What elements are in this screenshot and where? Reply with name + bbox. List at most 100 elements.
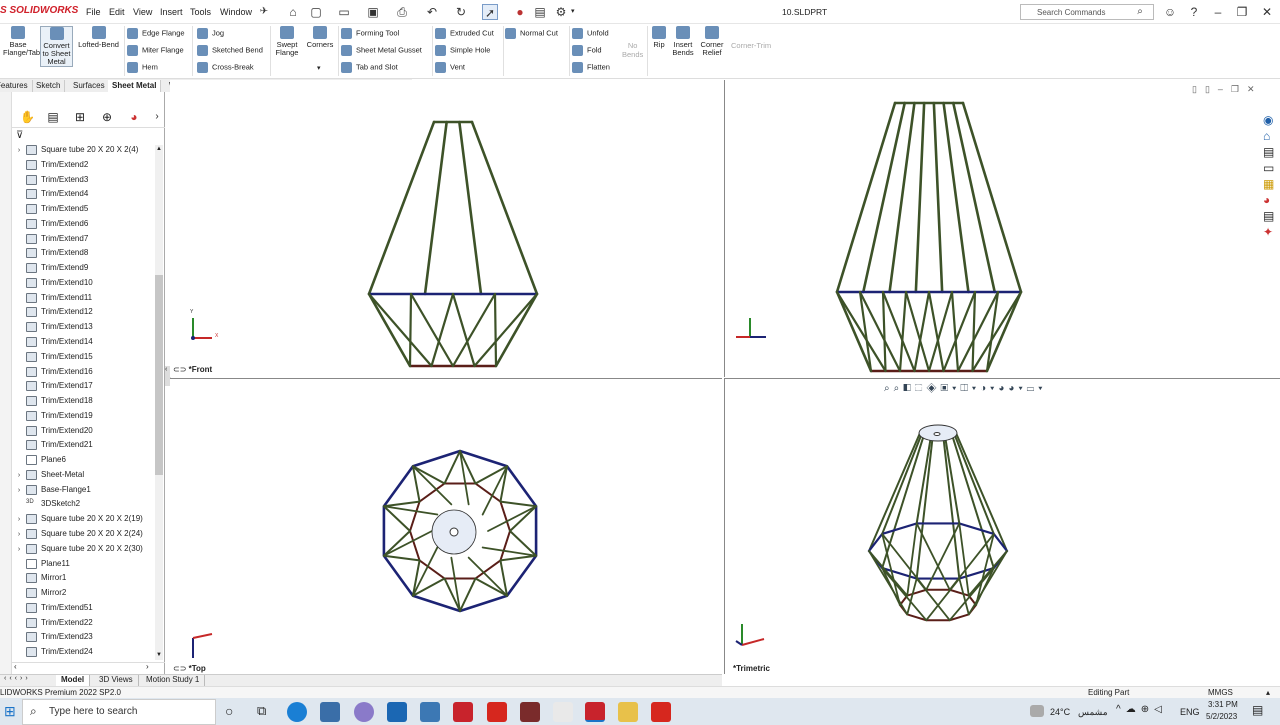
triad-right bbox=[736, 318, 766, 338]
frame-rib bbox=[955, 432, 1008, 552]
cortana-icon[interactable]: ○ bbox=[225, 703, 233, 719]
triad-trimetric bbox=[735, 624, 765, 646]
taskbar-search-box[interactable]: Type here to search bbox=[22, 699, 216, 725]
app-icon-purple[interactable] bbox=[354, 702, 374, 722]
lower-strut bbox=[430, 292, 455, 368]
lower-strut bbox=[898, 290, 908, 373]
bottom-tab-motion-study-1[interactable]: Motion Study 1 bbox=[141, 675, 206, 686]
triad-front bbox=[191, 318, 212, 340]
mail-icon[interactable] bbox=[387, 702, 407, 722]
autocad-icon[interactable] bbox=[651, 702, 671, 722]
lower-strut bbox=[473, 292, 539, 368]
calculator-icon[interactable] bbox=[320, 702, 340, 722]
file-explorer-icon[interactable]: ▤ bbox=[1263, 145, 1279, 161]
lower-strut bbox=[409, 292, 455, 368]
star-strut bbox=[382, 500, 421, 508]
lower-strut bbox=[451, 292, 476, 368]
lower-strut bbox=[408, 292, 413, 368]
status-expand-icon[interactable]: ▴ bbox=[1266, 688, 1270, 697]
windows-start-icon[interactable]: ⊞ bbox=[4, 704, 18, 718]
edge-browser-icon[interactable] bbox=[287, 702, 307, 722]
task-view-icon[interactable]: ⧉ bbox=[257, 703, 266, 719]
appearances-icon[interactable]: ▦ bbox=[1263, 177, 1279, 193]
scenes-icon[interactable]: ◕ bbox=[1263, 193, 1279, 209]
clock-time[interactable]: 3:31 PM bbox=[1208, 700, 1238, 709]
status-bar: LIDWORKS Premium 2022 SP2.0 Editing Part… bbox=[0, 686, 1280, 698]
store-icon[interactable] bbox=[420, 702, 440, 722]
status-product: LIDWORKS Premium 2022 SP2.0 bbox=[0, 688, 121, 697]
lower-strut bbox=[881, 290, 887, 373]
viewport-window-controls[interactable]: ▯▯–❐✕ bbox=[1192, 84, 1263, 95]
tab-navigation-arrows[interactable]: ‹‹‹›› bbox=[4, 675, 31, 682]
frame-rib bbox=[914, 101, 926, 294]
lower-rib bbox=[494, 292, 539, 368]
app-icon-dark-red[interactable] bbox=[520, 702, 540, 722]
frame-rib bbox=[458, 120, 483, 296]
frame-rib bbox=[835, 101, 897, 294]
taskbar-search-icon: ⌕ bbox=[30, 704, 37, 718]
lower-strut bbox=[971, 290, 977, 373]
frame-rib bbox=[951, 101, 997, 294]
cad-graphics bbox=[191, 101, 1023, 658]
triad-x-label: X bbox=[215, 333, 219, 339]
solidworks-2022-icon[interactable] bbox=[585, 702, 605, 722]
front-view-model bbox=[367, 120, 539, 368]
weather-temp[interactable]: 24°C bbox=[1050, 707, 1070, 717]
spoke bbox=[383, 530, 433, 557]
lower-strut bbox=[451, 292, 497, 368]
status-mode: Editing Part bbox=[1088, 688, 1130, 697]
lower-strut bbox=[925, 522, 961, 591]
viewport-front-label: ⊂⊃ *Front bbox=[173, 365, 213, 374]
star-strut bbox=[499, 554, 538, 562]
trimetric-view-model bbox=[867, 424, 1009, 622]
frame-rib bbox=[881, 435, 925, 570]
frame-rib bbox=[367, 120, 436, 296]
view-palette-icon[interactable]: ▭ bbox=[1263, 161, 1279, 177]
top-view-model bbox=[382, 449, 538, 613]
status-units[interactable]: MMGS bbox=[1208, 688, 1233, 697]
design-library-icon[interactable]: ⌂ bbox=[1263, 129, 1279, 145]
weather-desc[interactable]: مشمس bbox=[1078, 707, 1108, 718]
resources-icon[interactable]: ◉ bbox=[1263, 113, 1279, 129]
input-language[interactable]: ENG bbox=[1180, 707, 1200, 717]
heads-up-view-toolbar[interactable]: ⌕⌕◧⬚◈▣▾◫▾◑▾◕◕▾▭▾ bbox=[884, 383, 1046, 394]
right-view-model bbox=[835, 101, 1023, 373]
lower-strut bbox=[367, 292, 433, 368]
frame-rib bbox=[888, 101, 916, 294]
lower-rib bbox=[367, 292, 412, 368]
frame-rib bbox=[942, 101, 970, 294]
custom-properties-icon[interactable]: ▤ bbox=[1263, 209, 1279, 225]
star-strut bbox=[499, 500, 538, 508]
weather-icon bbox=[1030, 705, 1044, 717]
frame-rib bbox=[861, 101, 907, 294]
system-tray-icons[interactable]: ^☁⊕◁ bbox=[1116, 704, 1167, 715]
task-pane-right: ◉ ⌂ ▤ ▭ ▦ ◕ ▤ ✦ bbox=[1263, 113, 1279, 241]
file-explorer-taskbar-icon[interactable] bbox=[618, 702, 638, 722]
lower-strut bbox=[950, 290, 960, 373]
viewport-top-label: ⊂⊃ *Top bbox=[173, 664, 206, 673]
triad-top bbox=[192, 633, 213, 658]
frame-rib bbox=[951, 435, 995, 570]
solidworks-forum-icon[interactable]: ✦ bbox=[1263, 225, 1279, 241]
mid-ring bbox=[867, 522, 1009, 580]
notifications-icon[interactable]: ▤ bbox=[1252, 703, 1263, 717]
frame-rib bbox=[961, 101, 1023, 294]
lower-strut bbox=[915, 522, 951, 591]
star-strut bbox=[382, 554, 421, 562]
center-hole bbox=[933, 432, 941, 436]
bottom-tab-3d-views[interactable]: 3D Views bbox=[94, 675, 139, 686]
frame-rib bbox=[868, 432, 921, 552]
spoke bbox=[487, 505, 537, 532]
frame-rib bbox=[423, 120, 448, 296]
triad-y-label: Y bbox=[190, 309, 194, 315]
bottom-tab-model[interactable]: Model bbox=[56, 675, 91, 686]
app-icon-red-slash[interactable] bbox=[553, 702, 573, 722]
frame-rib bbox=[932, 101, 944, 294]
clock-date[interactable]: 5/2/2023 bbox=[1206, 712, 1237, 721]
center-hole bbox=[449, 527, 459, 537]
viewport-trimetric-label: *Trimetric bbox=[733, 664, 770, 673]
solidworks-2021-icon[interactable] bbox=[453, 702, 473, 722]
frame-rib bbox=[470, 120, 539, 296]
lower-strut bbox=[493, 292, 498, 368]
acrobat-icon[interactable] bbox=[487, 702, 507, 722]
